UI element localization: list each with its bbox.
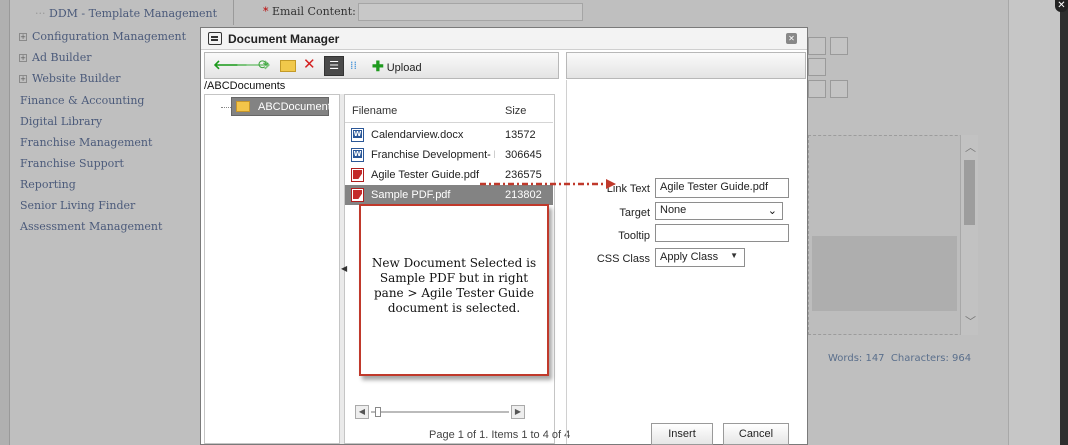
edit-icon[interactable] xyxy=(808,37,826,55)
current-path: /ABCDocuments xyxy=(204,80,286,92)
scroll-thumb[interactable] xyxy=(964,160,975,225)
editor-toolbar xyxy=(358,3,583,21)
left-edge-strip xyxy=(0,0,10,445)
upload-button[interactable]: ✚ Upload xyxy=(372,58,422,74)
dropdown-arrow-icon: ▼ xyxy=(730,251,738,260)
pdf-document-icon xyxy=(351,188,364,202)
upload-plus-icon: ✚ xyxy=(372,58,384,74)
editor-content-block xyxy=(812,236,957,311)
file-name: Sample PDF.pdf xyxy=(371,189,451,201)
horizontal-scrollbar[interactable]: ◀ ▶ xyxy=(355,405,525,421)
css-class-select[interactable]: Apply Class ▼ xyxy=(655,248,745,267)
css-class-label: CSS Class xyxy=(596,253,650,265)
expand-icon[interactable]: + xyxy=(19,33,27,41)
target-label: Target xyxy=(619,207,650,219)
column-header-filename[interactable]: Filename xyxy=(352,105,397,117)
annotation-arrow xyxy=(480,179,616,189)
folder-tree-pane: ABCDocuments xyxy=(204,94,340,444)
nav-item-finance-accounting[interactable]: Finance & Accounting xyxy=(20,94,144,107)
file-size: 13572 xyxy=(505,129,536,141)
insert-button[interactable]: Insert xyxy=(651,423,713,445)
scroll-right-icon[interactable]: ▶ xyxy=(511,405,525,419)
close-overlay-icon[interactable]: ✕ xyxy=(1055,0,1068,12)
nav-item-franchise-management[interactable]: Franchise Management xyxy=(20,136,152,149)
nav-item-reporting[interactable]: Reporting xyxy=(20,178,76,191)
file-name: Franchise Development- Lea xyxy=(371,149,495,161)
expand-icon[interactable]: + xyxy=(19,75,27,83)
tree-folder-abcdocuments[interactable]: ABCDocuments xyxy=(231,97,336,116)
thumbnail-view-icon[interactable]: ⁞⁞ xyxy=(350,58,357,74)
nav-item-ad-builder[interactable]: + Ad Builder xyxy=(19,51,92,64)
email-content-label: * Email Content: xyxy=(263,5,356,18)
file-size: 213802 xyxy=(505,189,542,201)
editor-scrollbar[interactable]: ︿ ﹀ xyxy=(960,135,978,335)
left-navigation: ··· DDM - Template Management + Configura… xyxy=(10,0,217,445)
folder-icon xyxy=(236,101,250,112)
nav-item-assessment-management[interactable]: Assessment Management xyxy=(20,220,162,233)
right-edge-strip xyxy=(1060,0,1068,445)
word-document-icon xyxy=(351,128,364,142)
list-view-icon[interactable]: ☰ xyxy=(324,56,344,76)
file-row[interactable]: Calendarview.docx 13572 xyxy=(345,125,553,145)
target-selected-value: None xyxy=(660,204,687,216)
nav-item-ddm-template-management[interactable]: ··· DDM - Template Management xyxy=(35,7,217,20)
refresh-icon[interactable]: ⟳ xyxy=(258,58,269,74)
new-folder-icon[interactable] xyxy=(280,60,296,72)
scroll-track[interactable] xyxy=(371,411,509,413)
properties-header xyxy=(566,52,806,79)
file-size: 306645 xyxy=(505,149,542,161)
file-toolbar: 🡐 🡒 ⟳ ✕ ☰ ⁞⁞ ✚ Upload xyxy=(204,52,559,79)
nav-item-franchise-support[interactable]: Franchise Support xyxy=(20,157,124,170)
scroll-left-icon[interactable]: ◀ xyxy=(355,405,369,419)
link-text-input[interactable]: Agile Tester Guide.pdf xyxy=(655,178,789,198)
file-list-header: Filename Size xyxy=(345,95,553,123)
tooltip-label: Tooltip xyxy=(618,230,650,242)
dialog-titlebar[interactable]: Document Manager ✕ xyxy=(201,28,807,50)
target-select[interactable]: None ⌄ xyxy=(655,202,783,220)
tooltip-input[interactable] xyxy=(655,224,789,242)
tree-connector xyxy=(221,107,231,108)
properties-pane: Link Text Agile Tester Guide.pdf Target … xyxy=(566,80,806,445)
template-icon[interactable] xyxy=(830,80,848,98)
preview-icon[interactable] xyxy=(808,80,826,98)
scroll-up-icon[interactable]: ︿ xyxy=(965,139,976,155)
pdf-document-icon xyxy=(351,168,364,182)
file-name: Agile Tester Guide.pdf xyxy=(371,169,480,181)
help-icon[interactable] xyxy=(830,37,848,55)
cancel-button[interactable]: Cancel xyxy=(723,423,789,445)
editor-status-bar: Words: 147 Characters: 964 xyxy=(828,353,972,364)
annotation-text: New Document Selected is Sample PDF but … xyxy=(371,256,537,315)
css-class-selected-value: Apply Class xyxy=(660,251,719,263)
tree-folder-label: ABCDocuments xyxy=(258,101,337,113)
file-row[interactable]: Franchise Development- Lea 306645 xyxy=(345,145,553,165)
nav-item-digital-library[interactable]: Digital Library xyxy=(20,115,102,128)
document-manager-icon xyxy=(208,32,222,45)
scroll-thumb[interactable] xyxy=(375,407,381,417)
dialog-title: Document Manager xyxy=(228,32,340,46)
right-panel xyxy=(1008,0,1060,445)
column-header-size[interactable]: Size xyxy=(505,105,526,117)
delete-icon[interactable]: ✕ xyxy=(303,56,316,72)
chevron-down-icon: ⌄ xyxy=(767,205,777,217)
word-document-icon xyxy=(351,148,364,162)
expand-icon[interactable]: + xyxy=(19,54,27,62)
separator xyxy=(233,0,234,25)
info-icon[interactable] xyxy=(808,58,826,76)
nav-item-senior-living-finder[interactable]: Senior Living Finder xyxy=(20,199,135,212)
nav-item-configuration-management[interactable]: + Configuration Management xyxy=(19,30,186,43)
nav-item-website-builder[interactable]: + Website Builder xyxy=(19,72,121,85)
annotation-callout: New Document Selected is Sample PDF but … xyxy=(359,204,549,376)
dialog-close-icon[interactable]: ✕ xyxy=(786,33,797,44)
file-name: Calendarview.docx xyxy=(371,129,464,141)
pager-info: Page 1 of 1. Items 1 to 4 of 4 xyxy=(429,429,571,441)
scroll-down-icon[interactable]: ﹀ xyxy=(965,313,976,329)
